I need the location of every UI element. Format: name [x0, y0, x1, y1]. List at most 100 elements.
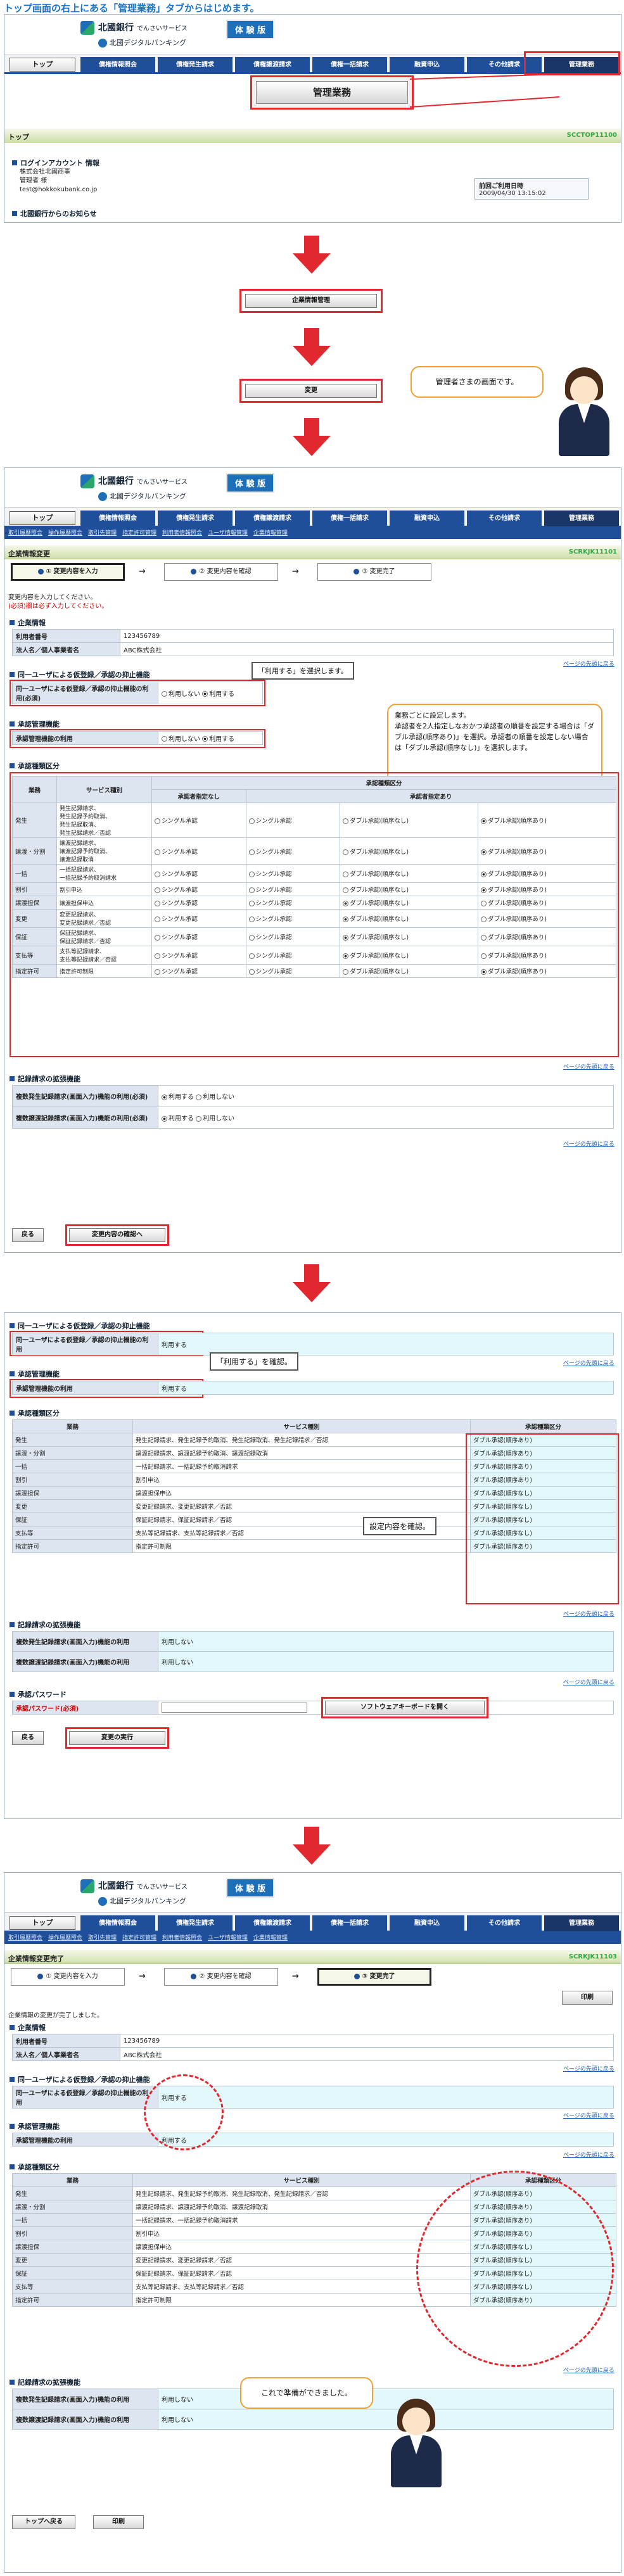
pagetop-link[interactable]: ページの先頭に戻る [563, 659, 614, 668]
radio-cell[interactable]: シングル承認 [245, 946, 341, 965]
tab-other[interactable]: その他請求 [467, 511, 542, 526]
subnav-item[interactable]: 指定許可管理 [122, 528, 156, 539]
pagetop-link[interactable]: ページの先頭に戻る [563, 2111, 614, 2119]
subnav-item[interactable]: 利用者情報照会 [162, 1932, 202, 1944]
radio-icon[interactable] [481, 901, 487, 906]
corp-info-button[interactable]: 企業情報管理 [245, 294, 377, 308]
tab-inquiry[interactable]: 債権情報照会 [80, 57, 155, 73]
radio-cell[interactable]: シングル承認 [245, 964, 341, 978]
radio-cell[interactable]: シングル承認 [151, 837, 246, 865]
pagetop-link[interactable]: ページの先頭に戻る [563, 1678, 614, 1686]
radio-icon[interactable] [155, 901, 160, 906]
pagetop-link[interactable]: ページの先頭に戻る [563, 2150, 614, 2159]
print-button[interactable]: 印刷 [562, 1991, 613, 2005]
radio-icon[interactable] [155, 887, 160, 893]
tab-issue[interactable]: 債権発生請求 [158, 1915, 232, 1931]
radio-icon[interactable] [162, 736, 167, 742]
subnav-item[interactable]: 取引先管理 [88, 528, 117, 539]
top-button[interactable]: トップ [10, 1916, 75, 1930]
radio-checked-icon[interactable] [343, 935, 349, 941]
back-to-top-button[interactable]: トップへ戻る [12, 2515, 75, 2529]
radio-cell[interactable]: シングル承認 [245, 927, 341, 946]
radio-cell[interactable]: シングル承認 [245, 896, 341, 910]
radio-cell[interactable]: シングル承認 [151, 946, 246, 965]
subnav-item[interactable]: 操作履歴照会 [48, 528, 82, 539]
radio-cell[interactable]: ダブル承認(順序あり) [478, 927, 616, 946]
radio-checked-icon[interactable] [481, 818, 487, 824]
radio-icon[interactable] [248, 935, 255, 941]
print-button[interactable]: 印刷 [93, 2515, 144, 2529]
back-button[interactable]: 戻る [12, 1731, 44, 1745]
tab-loan[interactable]: 融資申込 [390, 1915, 464, 1931]
radio-cell[interactable]: ダブル承認(順序あり) [478, 882, 616, 896]
top-button[interactable]: トップ [10, 511, 75, 525]
radio-cell[interactable]: ダブル承認(順序あり) [478, 864, 616, 883]
subnav-item[interactable]: 取引履歴照会 [8, 528, 42, 539]
tab-bulk[interactable]: 債権一括請求 [312, 511, 387, 526]
radio-checked-icon[interactable] [343, 953, 349, 959]
tab-inquiry[interactable]: 債権情報照会 [80, 1915, 155, 1931]
radio-checked-icon[interactable] [481, 849, 487, 855]
admin-big-button[interactable]: 管理業務 [250, 75, 414, 110]
tab-admin[interactable]: 管理業務 [544, 511, 619, 526]
radio-checked-icon[interactable] [481, 872, 487, 877]
pagetop-link[interactable]: ページの先頭に戻る [563, 1609, 614, 1618]
radio-checked-icon[interactable] [162, 1115, 167, 1122]
radio-cell[interactable]: ダブル承認(順序なし) [340, 837, 479, 865]
radio-cell[interactable]: ダブル承認(順序なし) [340, 909, 479, 928]
tab-issue[interactable]: 債権発生請求 [158, 57, 232, 73]
radio-icon[interactable] [343, 969, 349, 975]
tab-transfer[interactable]: 債権譲渡請求 [235, 1915, 310, 1931]
radio-icon[interactable] [155, 872, 160, 877]
execute-button[interactable]: 変更の実行 [69, 1731, 165, 1745]
radio-cell[interactable]: シングル承認 [151, 803, 246, 838]
pagetop-link[interactable]: ページの先頭に戻る [563, 1062, 614, 1070]
radio-icon[interactable] [481, 935, 487, 941]
software-keyboard-button[interactable]: ソフトウェアキーボードを開く [325, 1701, 485, 1715]
radio-icon[interactable] [155, 818, 160, 824]
subnav-item[interactable]: 操作履歴照会 [48, 1932, 82, 1944]
radio-cell[interactable]: ダブル承認(順序なし) [340, 946, 479, 965]
radio-icon[interactable] [155, 935, 160, 941]
radio-cell[interactable]: ダブル承認(順序あり) [478, 946, 616, 965]
tab-transfer[interactable]: 債権譲渡請求 [235, 57, 310, 73]
radio-cell[interactable]: ダブル承認(順序なし) [340, 927, 479, 946]
radio-cell[interactable]: ダブル承認(順序あり) [478, 837, 616, 865]
subnav-item[interactable]: ユーザ情報管理 [208, 1932, 248, 1944]
subnav-item[interactable]: 企業情報管理 [253, 1932, 288, 1944]
tab-loan[interactable]: 融資申込 [390, 511, 464, 526]
radio-icon[interactable] [196, 1115, 202, 1122]
radio-icon[interactable] [343, 872, 349, 877]
radio-icon[interactable] [343, 887, 349, 893]
radio-icon[interactable] [155, 917, 160, 922]
top-button[interactable]: トップ [10, 58, 75, 72]
radio-cell[interactable]: ダブル承認(順序あり) [478, 896, 616, 910]
radio-cell[interactable]: シングル承認 [245, 837, 341, 865]
tab-bulk[interactable]: 債権一括請求 [312, 1915, 387, 1931]
tab-other[interactable]: その他請求 [467, 1915, 542, 1931]
radio-checked-icon[interactable] [343, 901, 349, 906]
radio-icon[interactable] [343, 849, 349, 855]
radio-cell[interactable]: シングル承認 [245, 803, 341, 838]
radio-cell[interactable]: ダブル承認(順序あり) [478, 803, 616, 838]
radio-icon[interactable] [248, 969, 255, 975]
radio-cell[interactable]: シングル承認 [245, 864, 341, 883]
tab-issue[interactable]: 債権発生請求 [158, 511, 232, 526]
radio-checked-icon[interactable] [162, 1094, 167, 1100]
radio-icon[interactable] [155, 849, 160, 855]
subnav-item[interactable]: 利用者情報照会 [162, 528, 202, 539]
radio-icon[interactable] [248, 818, 255, 824]
radio-checked-icon[interactable] [481, 887, 487, 893]
pagetop-link[interactable]: ページの先頭に戻る [563, 2366, 614, 2374]
radio-cell[interactable]: シングル承認 [245, 882, 341, 896]
pagetop-link[interactable]: ページの先頭に戻る [563, 1359, 614, 1367]
subnav-item[interactable]: ユーザ情報管理 [208, 528, 248, 539]
radio-cell[interactable]: シングル承認 [151, 882, 246, 896]
radio-cell[interactable]: ダブル承認(順序なし) [340, 803, 479, 838]
radio-icon[interactable] [196, 1094, 202, 1100]
radio-cell[interactable]: シングル承認 [151, 896, 246, 910]
tab-loan[interactable]: 融資申込 [390, 57, 464, 73]
tab-inquiry[interactable]: 債権情報照会 [80, 511, 155, 526]
radio-icon[interactable] [155, 969, 160, 975]
radio-icon[interactable] [162, 691, 167, 697]
